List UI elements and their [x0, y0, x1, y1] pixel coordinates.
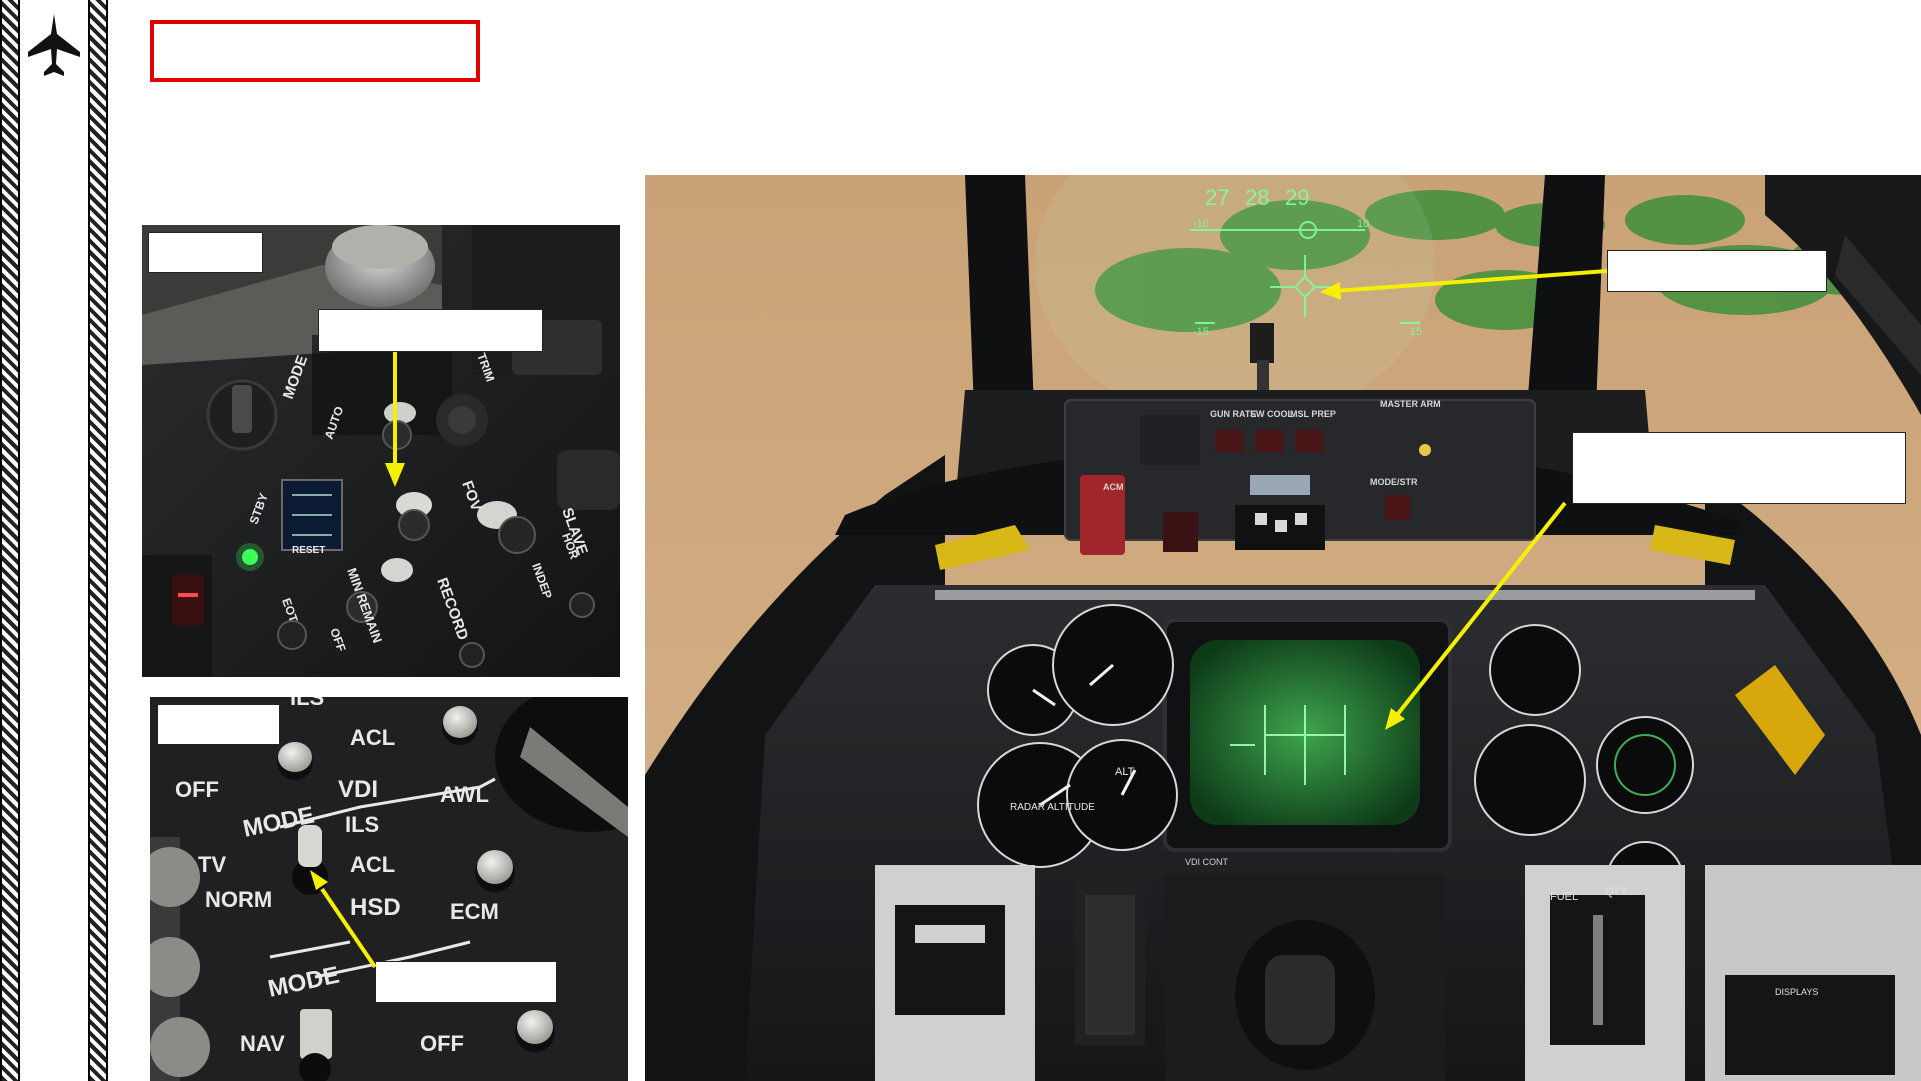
jet-icon: [28, 14, 80, 76]
label-vdi: VDI: [338, 776, 378, 803]
label-acl-top: ACL: [350, 725, 395, 750]
armament-master-arm: MASTER ARM: [1380, 399, 1441, 409]
label-off-left: OFF: [175, 777, 219, 802]
title-box: [150, 20, 480, 82]
hud-heading-28: 28: [1245, 185, 1269, 210]
label-hsd: HSD: [350, 894, 401, 921]
displays-label: DISPLAYS: [1775, 987, 1818, 997]
panel-title-label: [148, 232, 263, 273]
label-acl: ACL: [350, 852, 395, 877]
callout-label-record-switch: [318, 309, 543, 352]
label-awl: AWL: [440, 782, 489, 807]
panel-tcs-controls: MODE AUTO MIN REMAIN FOV SLAVE STBY RECO…: [142, 225, 620, 677]
display-mode-photo: ILS ACL VDI AWL MODE TV NORM ILS ACL HSD…: [150, 697, 628, 1081]
armament-acm: ACM: [1103, 482, 1124, 492]
qty-label: QTY: [1605, 886, 1628, 898]
tcs-panel-photo: MODE AUTO MIN REMAIN FOV SLAVE STBY RECO…: [142, 225, 620, 677]
label-ils-top: ILS: [290, 697, 324, 710]
panel-title-label: [157, 704, 280, 745]
vdi-cont-label: VDI CONT: [1185, 857, 1229, 867]
label-off-bottom: OFF: [420, 1031, 464, 1056]
radar-altitude-label: RADAR ALTITUDE: [1010, 802, 1095, 813]
hud-scale-left-lower: -15: [1193, 326, 1209, 338]
hud-scale-right: 10: [1357, 218, 1369, 230]
hud-heading-27: 27: [1205, 185, 1229, 210]
armament-msl-prep: MSL PREP: [1290, 409, 1336, 419]
armament-mode-str: MODE/STR: [1370, 477, 1418, 487]
left-rail-band: [20, 0, 88, 1081]
label-nav: NAV: [240, 1031, 285, 1056]
hud-scale-right-lower: 15: [1410, 326, 1422, 338]
label-tv: TV: [198, 852, 226, 877]
fuel-label: FUEL: [1550, 891, 1578, 903]
panel-display-mode: ILS ACL VDI AWL MODE TV NORM ILS ACL HSD…: [150, 697, 628, 1081]
cockpit-photo: 27 28 29 -10 10 -15 15 GUN RATE SW COOL …: [645, 175, 1921, 1081]
label-ecm: ECM: [450, 899, 499, 924]
label-reset: RESET: [292, 545, 325, 556]
callout-label-mode-switch: [375, 961, 557, 1003]
callout-label-hud: [1607, 250, 1827, 292]
armament-sw-cool: SW COOL: [1250, 409, 1293, 419]
label-ils: ILS: [345, 812, 379, 837]
callout-label-vdi: [1572, 432, 1906, 504]
right-stripe-bar: [88, 0, 108, 1081]
left-stripe-bar: [0, 0, 20, 1081]
hud-heading-29: 29: [1285, 185, 1309, 210]
hud-scale-left: -10: [1193, 218, 1209, 230]
alt-label: ALT: [1115, 766, 1135, 778]
label-norm: NORM: [205, 887, 272, 912]
cockpit-view: 27 28 29 -10 10 -15 15 GUN RATE SW COOL …: [645, 175, 1921, 1081]
